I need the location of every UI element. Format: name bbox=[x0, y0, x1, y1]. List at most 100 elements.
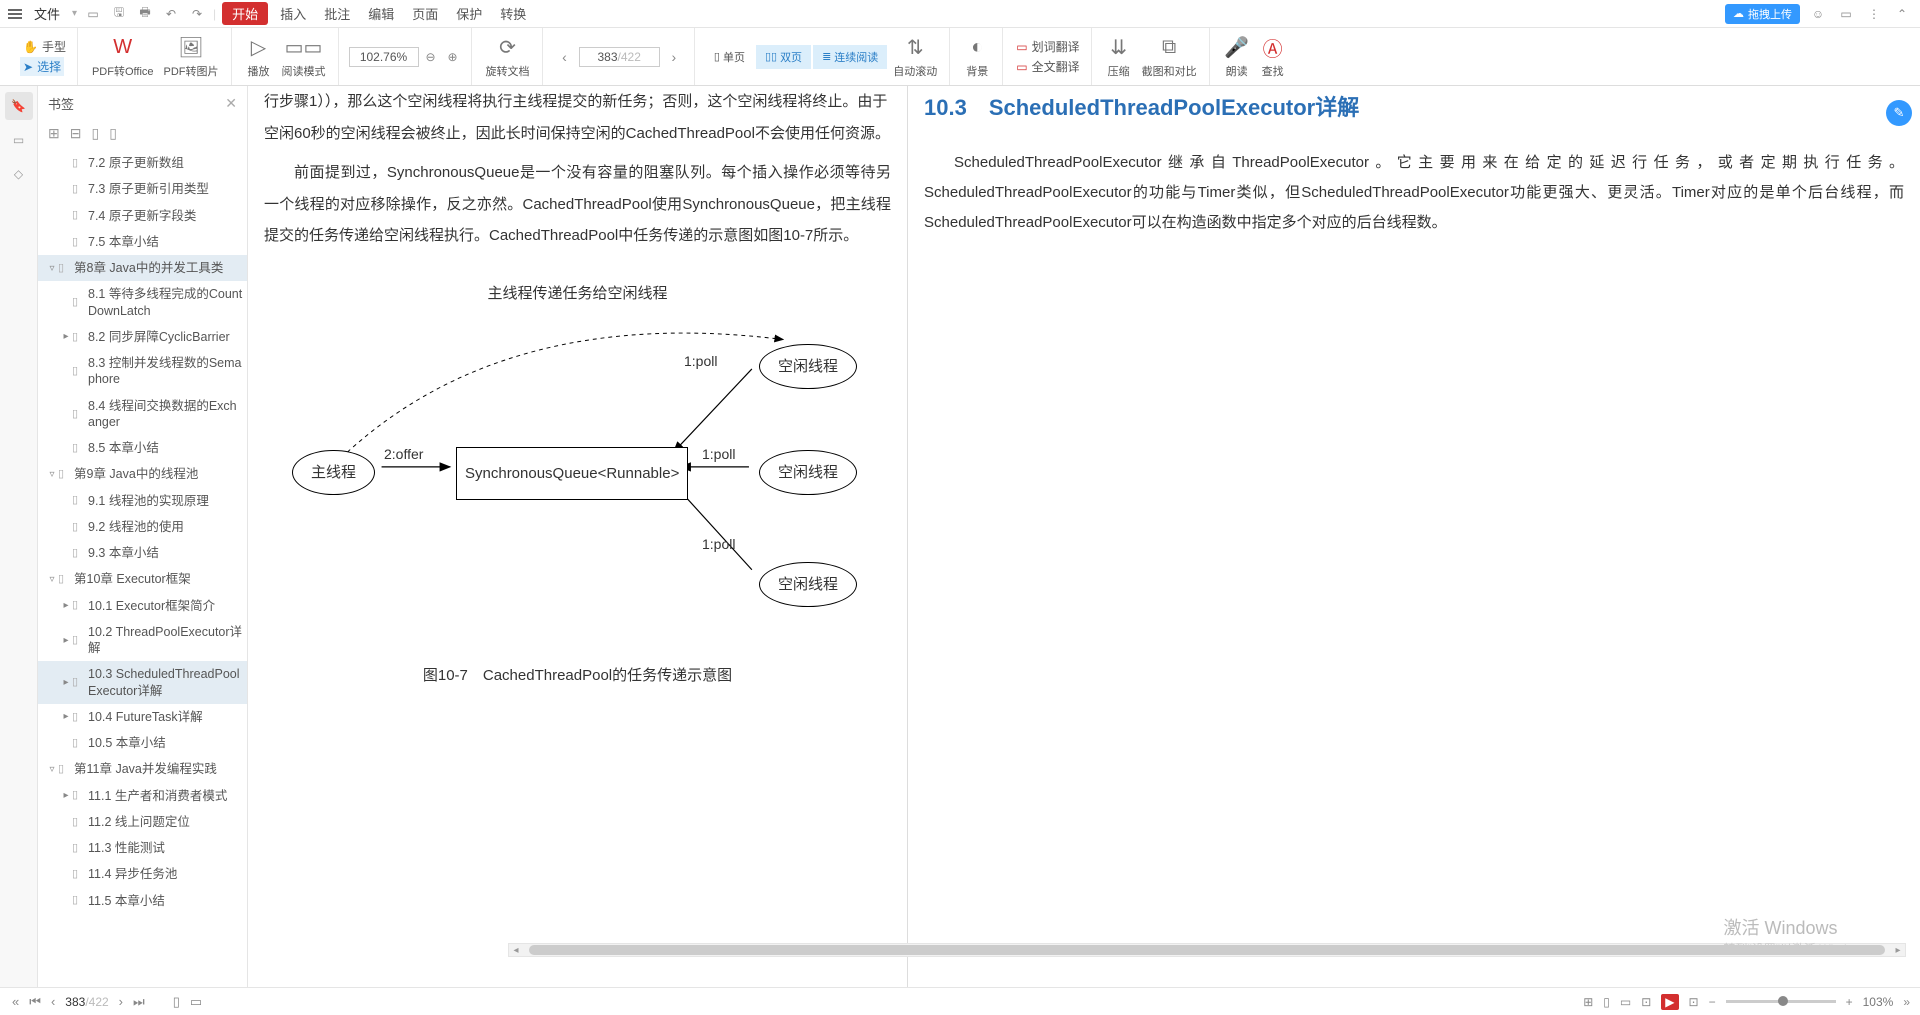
bookmark-item[interactable]: ▯7.5 本章小结 bbox=[38, 229, 247, 255]
select-mode[interactable]: ➤选择 bbox=[20, 57, 64, 76]
status-prev-icon[interactable]: ‹ bbox=[49, 994, 57, 1009]
word-translate[interactable]: ▭划词翻译 bbox=[1013, 37, 1082, 56]
bookmark-arrow-icon[interactable]: ▸ bbox=[60, 634, 72, 647]
bookmark-item[interactable]: ▯8.1 等待多线程完成的CountDownLatch bbox=[38, 281, 247, 324]
read-mode-button[interactable]: ▭▭阅读模式 bbox=[278, 33, 330, 81]
collapse-icon[interactable]: ⌃ bbox=[1892, 4, 1912, 24]
status-next-icon[interactable]: › bbox=[117, 994, 125, 1009]
prev-page-icon[interactable]: ‹ bbox=[553, 45, 577, 69]
bookmark-item[interactable]: ▿▯第11章 Java并发编程实践 bbox=[38, 756, 247, 782]
bookmark-item[interactable]: ▸▯11.1 生产者和消费者模式 bbox=[38, 783, 247, 809]
auto-scroll-button[interactable]: ⇅自动滚动 bbox=[889, 33, 941, 81]
bookmark-item[interactable]: ▯7.4 原子更新字段类 bbox=[38, 203, 247, 229]
play-button[interactable]: ▷播放 bbox=[242, 33, 276, 81]
status-sidebar-icon[interactable]: ▭ bbox=[188, 994, 204, 1010]
bookmark-item[interactable]: ▯8.4 线程间交换数据的Exchanger bbox=[38, 393, 247, 436]
bookmark-arrow-icon[interactable]: ▿ bbox=[46, 763, 58, 776]
zoom-slider[interactable] bbox=[1726, 1000, 1836, 1003]
pdf-to-office[interactable]: WPDF转Office bbox=[88, 33, 158, 81]
thumbnail-rail-icon[interactable]: ▭ bbox=[5, 126, 33, 154]
bookmark-item[interactable]: ▸▯8.2 同步屏障CyclicBarrier bbox=[38, 324, 247, 350]
bookmark-item[interactable]: ▯10.5 本章小结 bbox=[38, 730, 247, 756]
bookmark-item[interactable]: ▿▯第10章 Executor框架 bbox=[38, 566, 247, 592]
save-icon[interactable]: 🖫 bbox=[109, 4, 129, 24]
bookmark-item[interactable]: ▯11.3 性能测试 bbox=[38, 835, 247, 861]
undo-icon[interactable]: ↶ bbox=[161, 4, 181, 24]
bookmark-item[interactable]: ▯7.2 原子更新数组 bbox=[38, 150, 247, 176]
zoom-in-icon[interactable]: ⊕ bbox=[443, 47, 463, 67]
menu-convert[interactable]: 转换 bbox=[494, 2, 532, 25]
view1-icon[interactable]: ⊞ bbox=[1583, 995, 1593, 1009]
sidebar-close-icon[interactable]: ✕ bbox=[225, 95, 237, 112]
bookmark-item[interactable]: ▸▯10.1 Executor框架简介 bbox=[38, 593, 247, 619]
bookmark-item[interactable]: ▸▯10.4 FutureTask详解 bbox=[38, 704, 247, 730]
feedback-icon[interactable]: ☺ bbox=[1808, 4, 1828, 24]
page-input[interactable]: 383/422 bbox=[579, 47, 660, 67]
bookmark-arrow-icon[interactable]: ▸ bbox=[60, 789, 72, 802]
full-translate[interactable]: ▭全文翻译 bbox=[1013, 57, 1082, 76]
expand-bookmark-icon[interactable]: ▯ bbox=[91, 125, 99, 142]
status-back-icon[interactable]: « bbox=[10, 994, 21, 1009]
bookmark-item[interactable]: ▯11.2 线上问题定位 bbox=[38, 809, 247, 835]
status-first-icon[interactable]: ⏮ bbox=[27, 994, 43, 1010]
scroll-right-icon[interactable]: ▸ bbox=[1891, 944, 1905, 956]
menu-insert[interactable]: 插入 bbox=[274, 2, 312, 25]
print-icon[interactable]: 🖶 bbox=[135, 4, 155, 24]
upload-badge[interactable]: ☁拖拽上传 bbox=[1725, 4, 1800, 24]
hand-mode[interactable]: ✋手型 bbox=[20, 37, 69, 56]
rotate-button[interactable]: ⟳旋转文档 bbox=[482, 33, 534, 81]
menu-page[interactable]: 页面 bbox=[406, 2, 444, 25]
find-button[interactable]: Ⓐ查找 bbox=[1256, 33, 1290, 81]
bookmark-arrow-icon[interactable]: ▿ bbox=[46, 262, 58, 275]
background-button[interactable]: ◐背景 bbox=[960, 33, 994, 81]
open-icon[interactable]: ▭ bbox=[83, 4, 103, 24]
float-annotate-icon[interactable]: ✎ bbox=[1886, 100, 1912, 126]
status-zoom-out-icon[interactable]: − bbox=[1709, 995, 1716, 1009]
continuous-button[interactable]: ≣连续阅读 bbox=[813, 45, 887, 69]
bookmark-item[interactable]: ▯9.2 线程池的使用 bbox=[38, 514, 247, 540]
menu-annotate[interactable]: 批注 bbox=[318, 2, 356, 25]
add-bookmark-icon[interactable]: ⊞ bbox=[48, 125, 60, 142]
view4-icon[interactable]: ⊡ bbox=[1641, 995, 1651, 1009]
menu-start[interactable]: 开始 bbox=[222, 2, 268, 25]
bookmark-item[interactable]: ▯11.4 异步任务池 bbox=[38, 861, 247, 887]
crop-button[interactable]: ⧉截图和对比 bbox=[1138, 33, 1201, 81]
bookmark-item[interactable]: ▯9.3 本章小结 bbox=[38, 540, 247, 566]
bookmark-arrow-icon[interactable]: ▸ bbox=[60, 330, 72, 343]
bookmark-arrow-icon[interactable]: ▿ bbox=[46, 573, 58, 586]
bookmark-item[interactable]: ▯9.1 线程池的实现原理 bbox=[38, 488, 247, 514]
double-page-button[interactable]: ▯▯双页 bbox=[756, 45, 811, 69]
next-page-icon[interactable]: › bbox=[662, 45, 686, 69]
view2-icon[interactable]: ▯ bbox=[1603, 995, 1610, 1009]
compress-button[interactable]: ⇊压缩 bbox=[1102, 33, 1136, 81]
view3-icon[interactable]: ▭ bbox=[1620, 995, 1631, 1009]
more-icon[interactable]: ⋮ bbox=[1864, 4, 1884, 24]
bookmark-arrow-icon[interactable]: ▸ bbox=[60, 710, 72, 723]
menu-edit[interactable]: 编辑 bbox=[362, 2, 400, 25]
pdf-to-image[interactable]: 🖼PDF转图片 bbox=[160, 33, 223, 81]
status-zoom-value[interactable]: 103% bbox=[1863, 995, 1894, 1009]
bookmark-item[interactable]: ▯8.3 控制并发线程数的Semaphore bbox=[38, 350, 247, 393]
bookmark-item[interactable]: ▯7.3 原子更新引用类型 bbox=[38, 176, 247, 202]
status-fit-icon[interactable]: ⊡ bbox=[1689, 995, 1699, 1009]
bookmark-arrow-icon[interactable]: ▸ bbox=[60, 676, 72, 689]
status-last-icon[interactable]: ⏭ bbox=[131, 994, 147, 1010]
status-bookmark-icon[interactable]: ▯ bbox=[171, 994, 182, 1010]
hamburger-icon[interactable] bbox=[8, 9, 22, 19]
status-expand-icon[interactable]: » bbox=[1903, 995, 1910, 1009]
bookmark-arrow-icon[interactable]: ▿ bbox=[46, 468, 58, 481]
bookmark-item[interactable]: ▯8.5 本章小结 bbox=[38, 435, 247, 461]
bookmark-arrow-icon[interactable]: ▸ bbox=[60, 599, 72, 612]
zoom-out-icon[interactable]: ⊖ bbox=[421, 47, 441, 67]
bookmark-item[interactable]: ▸▯10.3 ScheduledThreadPoolExecutor详解 bbox=[38, 661, 247, 704]
scroll-thumb[interactable] bbox=[529, 945, 1885, 955]
document-viewport[interactable]: 行步骤1）），那么这个空闲线程将执行主线程提交的新任务；否则，这个空闲线程将终止… bbox=[248, 86, 1920, 987]
status-zoom-in-icon[interactable]: + bbox=[1846, 995, 1853, 1009]
bookmark-item[interactable]: ▿▯第9章 Java中的线程池 bbox=[38, 461, 247, 487]
read-aloud-button[interactable]: 🎤朗读 bbox=[1220, 33, 1254, 81]
bookmark-item[interactable]: ▯11.5 本章小结 bbox=[38, 888, 247, 914]
skin-icon[interactable]: ▭ bbox=[1836, 4, 1856, 24]
status-page-input[interactable]: 383/422 bbox=[63, 995, 110, 1009]
status-play-icon[interactable]: ▶ bbox=[1661, 994, 1678, 1010]
scroll-left-icon[interactable]: ◂ bbox=[509, 944, 523, 956]
